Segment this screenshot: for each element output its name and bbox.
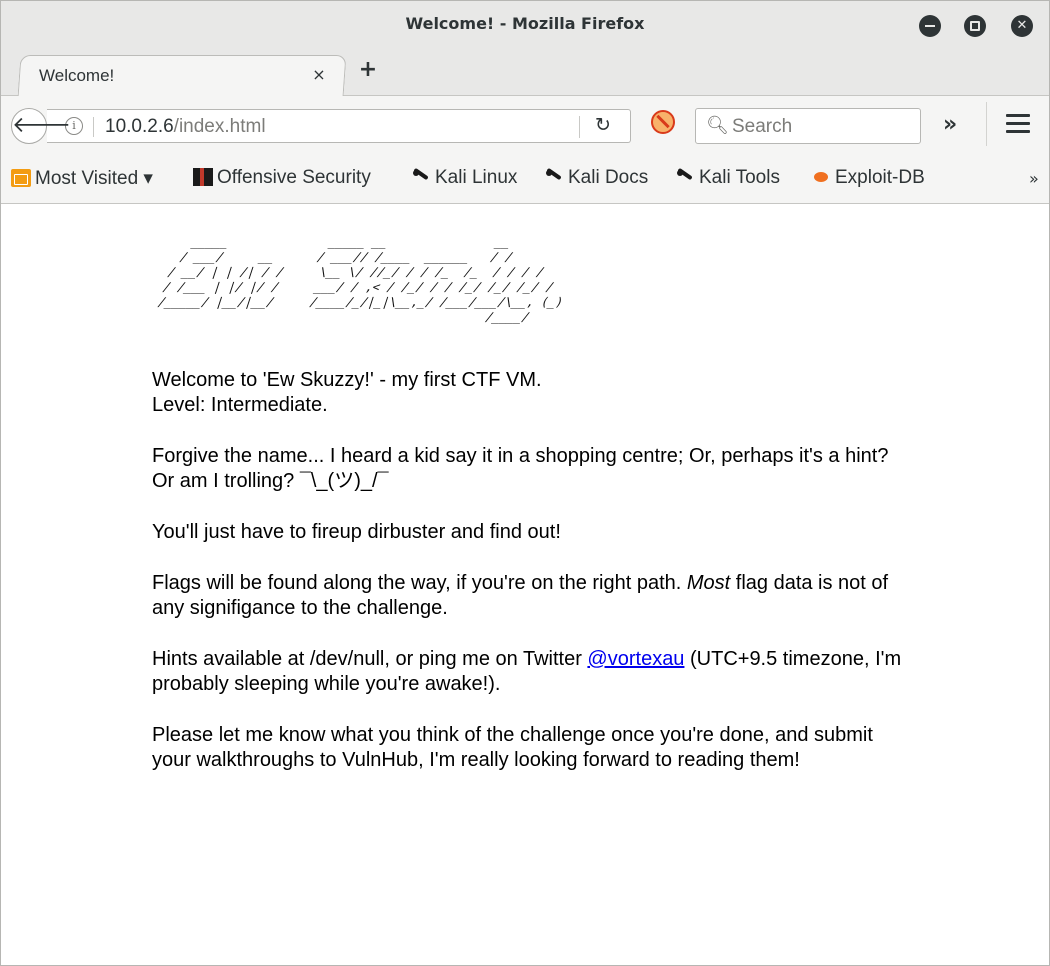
bookmark-label: Exploit-DB — [835, 167, 925, 188]
url-host: 10.0.2.6 — [105, 116, 174, 137]
toolbar-separator — [986, 102, 987, 146]
bookmark-label: Kali Tools — [699, 167, 780, 188]
title-bar[interactable]: Welcome! - Mozilla Firefox — [1, 1, 1049, 51]
search-placeholder: Search — [732, 116, 793, 137]
url-separator — [93, 117, 94, 137]
url-bar[interactable]: i 10.0.2.6/index.html ↻ — [47, 109, 631, 143]
bookmark-kali-tools[interactable]: Kali Tools — [675, 167, 780, 189]
bookmark-exploit-db[interactable]: Exploit-DB — [811, 167, 925, 189]
forgive-paragraph: Forgive the name... I heard a kid say it… — [152, 445, 889, 492]
bookmark-label: Offensive Security — [217, 167, 371, 188]
flags-emphasis: Most — [686, 572, 731, 594]
exploit-db-icon — [811, 168, 831, 186]
dirbuster-paragraph: You'll just have to fireup dirbuster and… — [152, 521, 561, 543]
bookmark-kali-docs[interactable]: Kali Docs — [544, 167, 648, 189]
search-input[interactable]: 🔍︎ Search — [695, 108, 921, 144]
url-path: /index.html — [173, 116, 266, 137]
search-icon: 🔍︎ — [706, 115, 729, 136]
reload-icon[interactable]: ↻ — [595, 114, 611, 136]
url-text[interactable]: 10.0.2.6/index.html — [105, 116, 266, 138]
hamburger-menu-icon[interactable] — [1006, 114, 1030, 134]
page-content: _____ _____ __ __ / ___/ __ / ___// /___… — [1, 205, 1049, 965]
bookmark-label: Kali Linux — [435, 167, 518, 188]
intro-line-2: Level: Intermediate. — [152, 394, 328, 416]
bookmarks-more-icon[interactable]: » — [1029, 169, 1039, 188]
noscript-icon[interactable] — [651, 110, 675, 134]
welcome-text: Welcome to 'Ew Skuzzy!' - my first CTF V… — [152, 368, 912, 799]
close-window-icon[interactable] — [1011, 15, 1033, 37]
intro-line-1: Welcome to 'Ew Skuzzy!' - my first CTF V… — [152, 369, 542, 391]
ascii-art-banner: _____ _____ __ __ / ___/ __ / ___// /___… — [151, 235, 566, 324]
flags-paragraph: Flags will be found along the way, if yo… — [152, 571, 912, 621]
bookmark-most-visited[interactable]: Most Visited ▾ — [11, 167, 153, 190]
maximize-icon[interactable] — [964, 15, 986, 37]
flags-text-1: Flags will be found along the way, if yo… — [152, 572, 687, 594]
kali-dragon-icon — [544, 168, 564, 186]
hints-paragraph: Hints available at /dev/null, or ping me… — [152, 647, 912, 697]
window-title: Welcome! - Mozilla Firefox — [405, 14, 645, 33]
hints-text-1: Hints available at /dev/null, or ping me… — [152, 648, 588, 670]
nav-bar: i 10.0.2.6/index.html ↻ 🡐 🔍︎ Search » — [1, 96, 1049, 154]
offsec-icon — [193, 168, 213, 186]
firefox-window: Welcome! - Mozilla Firefox Welcome! × + … — [0, 0, 1050, 966]
kali-dragon-icon — [411, 168, 431, 186]
bookmark-label: Kali Docs — [568, 167, 649, 188]
intro-paragraph: Welcome to 'Ew Skuzzy!' - my first CTF V… — [152, 368, 912, 418]
tab-close-icon[interactable]: × — [309, 65, 329, 85]
minimize-icon[interactable] — [919, 15, 941, 37]
tab-welcome[interactable]: Welcome! × — [21, 55, 341, 95]
kali-dragon-icon — [675, 168, 695, 186]
bookmarks-toolbar: Most Visited ▾ Offensive Security Kali L… — [1, 154, 1049, 204]
new-tab-button[interactable]: + — [357, 59, 379, 81]
folder-icon — [11, 169, 31, 187]
tab-label: Welcome! — [39, 66, 115, 85]
toolbar-overflow-icon[interactable]: » — [943, 112, 957, 137]
back-button[interactable]: 🡐 — [11, 108, 71, 144]
feedback-paragraph: Please let me know what you think of the… — [152, 724, 873, 771]
bookmark-offensive-security[interactable]: Offensive Security — [193, 167, 371, 189]
bookmark-label: Most Visited ▾ — [35, 168, 153, 189]
reload-separator — [579, 116, 580, 138]
back-arrow-icon: 🡐 — [12, 113, 71, 138]
twitter-link[interactable]: @vortexau — [587, 648, 684, 670]
bookmark-kali-linux[interactable]: Kali Linux — [411, 167, 517, 189]
